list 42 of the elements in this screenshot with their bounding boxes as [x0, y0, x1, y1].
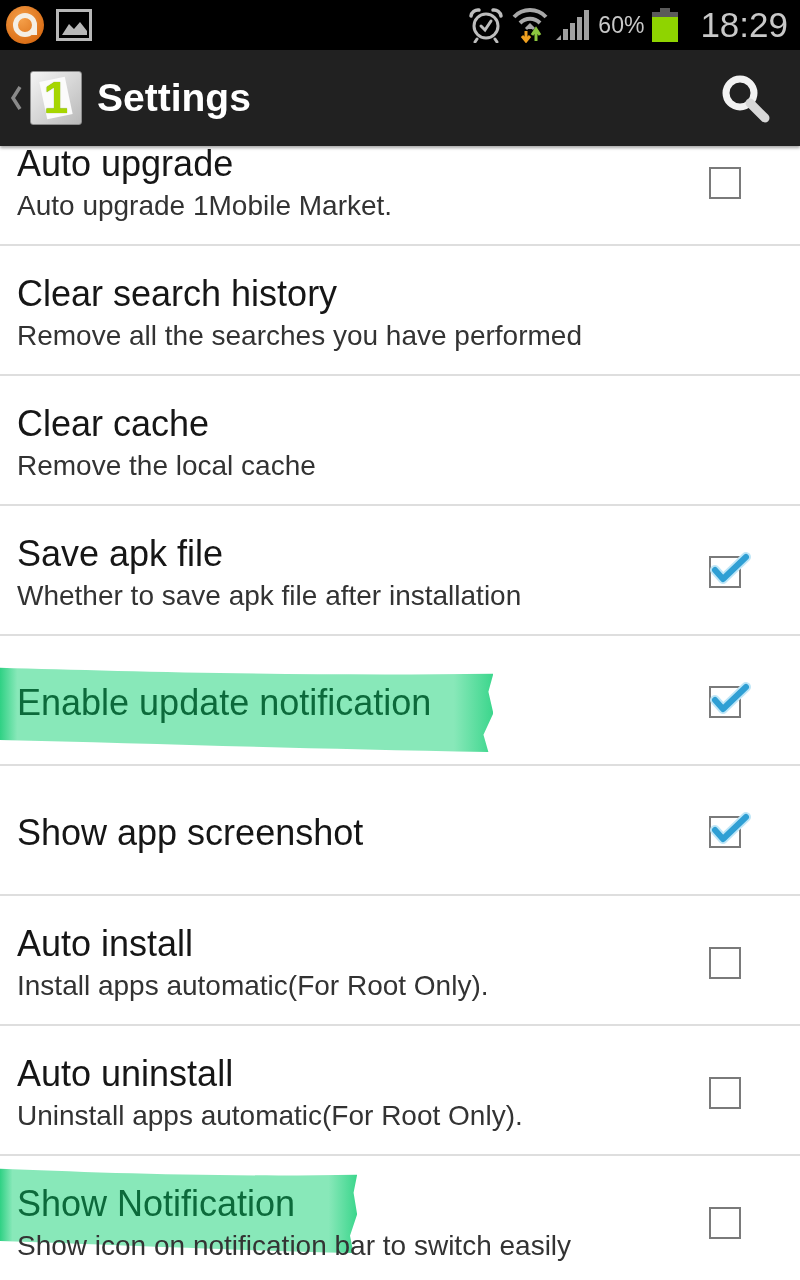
setting-title: Show Notification [17, 1184, 296, 1224]
setting-summary: Whether to save apk file after installation [17, 580, 522, 612]
setting-item[interactable]: Save apk file Whether to save apk file after installation [0, 506, 800, 636]
setting-title: Enable update notification [17, 683, 432, 723]
setting-item[interactable]: Clear cache Remove the local cache [0, 376, 800, 506]
setting-title: Auto uninstall [17, 1054, 234, 1094]
setting-item[interactable]: Auto uninstall Uninstall apps automatic(For Root Only). [0, 1026, 800, 1156]
setting-title: Clear cache [17, 404, 210, 444]
setting-title: Auto install [17, 924, 194, 964]
setting-summary: Auto upgrade 1Mobile Market. [17, 190, 393, 222]
battery-percent: 60% [598, 11, 645, 39]
setting-title: Show app screenshot [17, 813, 364, 853]
signal-icon [556, 10, 591, 40]
setting-item[interactable]: Auto upgrade Auto upgrade 1Mobile Market. [0, 146, 800, 246]
checkbox[interactable] [709, 811, 751, 849]
setting-item[interactable]: Enable update notification [0, 636, 800, 766]
setting-title: Save apk file [17, 534, 224, 574]
checkbox[interactable] [709, 167, 741, 199]
setting-summary: Remove all the searches you have performed [17, 320, 582, 352]
wifi-data-icon [512, 7, 549, 43]
battery-icon [652, 8, 679, 42]
checkbox[interactable] [709, 551, 751, 589]
checkbox[interactable] [709, 681, 751, 719]
setting-item[interactable]: Show app screenshot [0, 766, 800, 896]
checkbox[interactable] [709, 1077, 741, 1109]
ring-app-icon [6, 6, 44, 44]
clock-time: 18:29 [700, 5, 788, 45]
setting-title: Auto upgrade [17, 146, 234, 184]
setting-item[interactable]: Auto install Install apps automatic(For Root Only). [0, 896, 800, 1026]
screen-title: Settings [97, 76, 251, 120]
checkbox[interactable] [709, 1207, 741, 1239]
setting-item[interactable]: Clear search history Remove all the searches you have performed [0, 246, 800, 376]
setting-summary: Install apps automatic(For Root Only). [17, 970, 489, 1002]
checkbox[interactable] [709, 947, 741, 979]
back-caret-icon[interactable] [10, 85, 22, 111]
search-icon[interactable] [720, 73, 770, 123]
alarm-clock-icon [468, 7, 505, 43]
setting-title: Clear search history [17, 274, 338, 314]
setting-summary: Remove the local cache [17, 450, 316, 482]
logo-text: 1 [43, 75, 69, 121]
setting-summary: Uninstall apps automatic(For Root Only). [17, 1100, 523, 1132]
image-icon [56, 9, 92, 41]
